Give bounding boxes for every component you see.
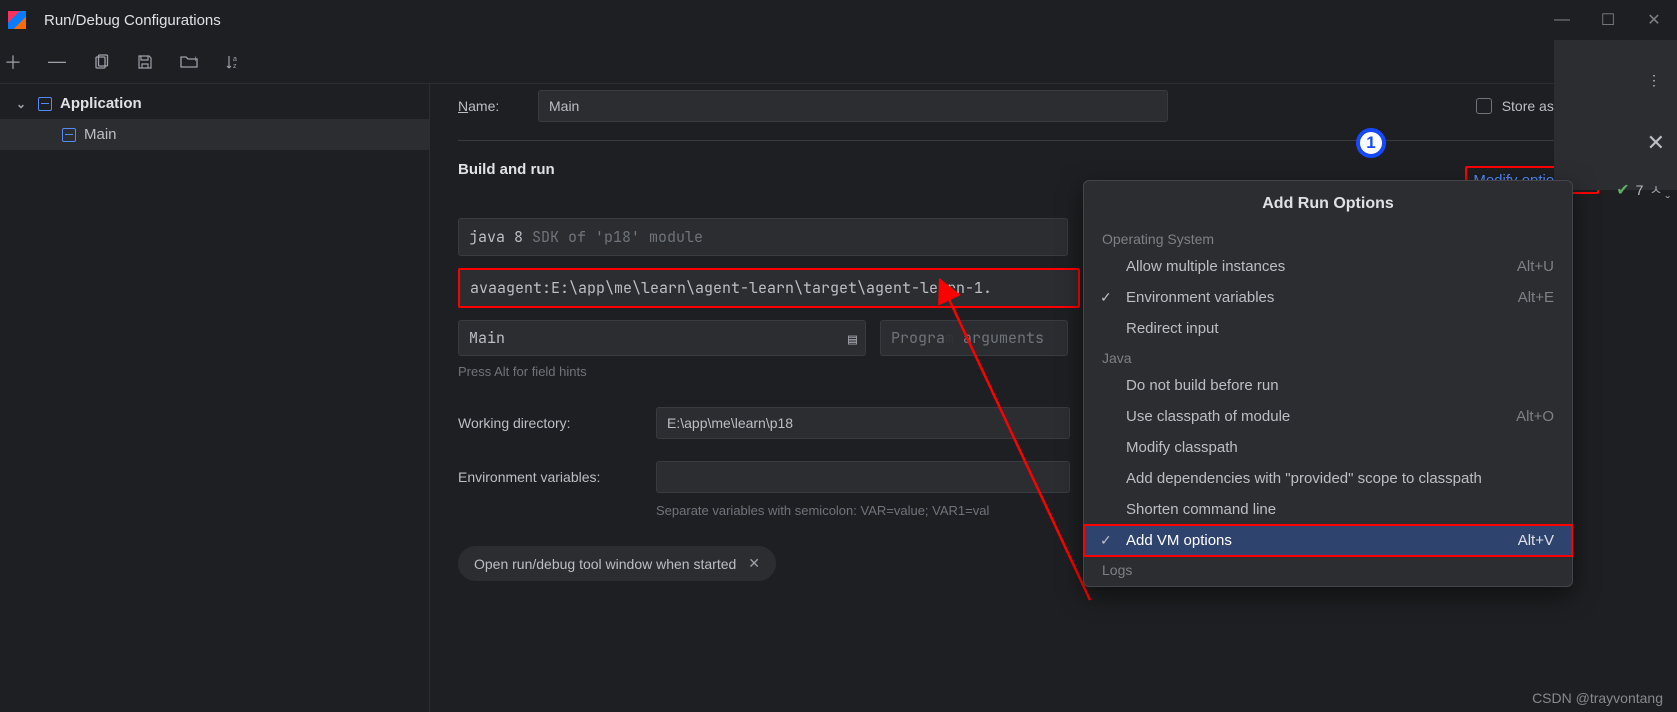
tree-main[interactable]: Main — [0, 119, 429, 150]
config-tree: ⌄ Application Main — [0, 84, 430, 712]
dd-use-classpath[interactable]: Use classpath of moduleAlt+O — [1084, 401, 1572, 432]
check-icon: ✓ — [1100, 289, 1112, 306]
name-label: Name: — [458, 98, 538, 114]
main-class-input[interactable]: Main ▤ — [458, 320, 866, 356]
close-icon[interactable]: ✕ — [1647, 130, 1665, 156]
save-icon[interactable] — [136, 53, 154, 71]
dd-redirect-input[interactable]: Redirect input — [1084, 313, 1572, 344]
svg-text:z: z — [233, 63, 237, 70]
svg-text:a: a — [233, 56, 237, 63]
tree-parent-label: Application — [60, 95, 142, 112]
dd-no-build[interactable]: Do not build before run — [1084, 370, 1572, 401]
close-button[interactable]: ✕ — [1631, 0, 1677, 40]
dd-category: Operating System — [1084, 225, 1572, 251]
dd-add-vm-options[interactable]: ✓Add VM optionsAlt+V — [1084, 525, 1572, 556]
more-icon[interactable]: ⋮ — [1647, 72, 1663, 89]
expand-icon[interactable]: ▤ — [848, 329, 857, 349]
config-toolbar: ＋ — + az — [0, 40, 1677, 84]
dd-category: Logs — [1084, 556, 1572, 582]
sort-icon[interactable]: az — [224, 53, 242, 71]
working-directory-input[interactable] — [656, 407, 1070, 439]
window-controls: — ☐ ✕ — [1539, 0, 1677, 40]
inspection-status[interactable]: ✔ 7 ㅅˬ — [1616, 180, 1667, 200]
dropdown-title: Add Run Options — [1084, 181, 1572, 225]
working-directory-label: Working directory: — [458, 415, 656, 431]
dd-allow-multiple[interactable]: Allow multiple instancesAlt+U — [1084, 251, 1572, 282]
add-run-options-dropdown: Add Run Options Operating System Allow m… — [1083, 180, 1573, 587]
application-icon — [62, 128, 76, 142]
svg-text:+: + — [193, 54, 198, 64]
store-checkbox[interactable] — [1476, 98, 1492, 114]
check-icon: ✔ — [1616, 180, 1629, 200]
remove-icon[interactable]: — — [48, 53, 66, 71]
dd-shorten-cmd[interactable]: Shorten command line — [1084, 494, 1572, 525]
env-vars-input[interactable] — [656, 461, 1070, 493]
chevron-down-icon: ⌄ — [16, 97, 30, 111]
callout-badge-1: 1 — [1356, 128, 1386, 158]
close-icon[interactable]: ✕ — [748, 555, 760, 572]
env-vars-label: Environment variables: — [458, 469, 656, 485]
open-tool-window-chip[interactable]: Open run/debug tool window when started … — [458, 546, 776, 581]
vm-options-input[interactable]: avaagent:E:\app\me\learn\agent-learn\tar… — [458, 268, 1080, 308]
build-run-heading: Build and run — [458, 161, 555, 178]
check-icon: ✓ — [1100, 532, 1112, 549]
minimize-button[interactable]: — — [1539, 0, 1585, 40]
application-icon — [38, 97, 52, 111]
titlebar: Run/Debug Configurations — [0, 0, 1677, 40]
dd-modify-classpath[interactable]: Modify classpath — [1084, 432, 1572, 463]
folder-icon[interactable]: + — [180, 53, 198, 71]
watermark: CSDN @trayvontang — [1532, 690, 1663, 706]
sdk-select[interactable]: java 8 SDK of 'p18' module — [458, 218, 1068, 256]
dd-category: Java — [1084, 344, 1572, 370]
right-panel-strip: ⋮ ✕ ✔ 7 ㅅˬ — [1554, 40, 1677, 190]
name-input[interactable] — [538, 90, 1168, 122]
program-arguments-input[interactable]: Program arguments — [880, 320, 1068, 356]
tree-child-label: Main — [84, 126, 117, 143]
dd-provided-scope[interactable]: Add dependencies with "provided" scope t… — [1084, 463, 1572, 494]
add-icon[interactable]: ＋ — [4, 53, 22, 71]
copy-icon[interactable] — [92, 53, 110, 71]
maximize-button[interactable]: ☐ — [1585, 0, 1631, 40]
tree-application[interactable]: ⌄ Application — [0, 88, 429, 119]
window-title: Run/Debug Configurations — [44, 12, 221, 29]
intellij-icon — [8, 11, 26, 29]
dd-env-vars[interactable]: ✓Environment variablesAlt+E — [1084, 282, 1572, 313]
